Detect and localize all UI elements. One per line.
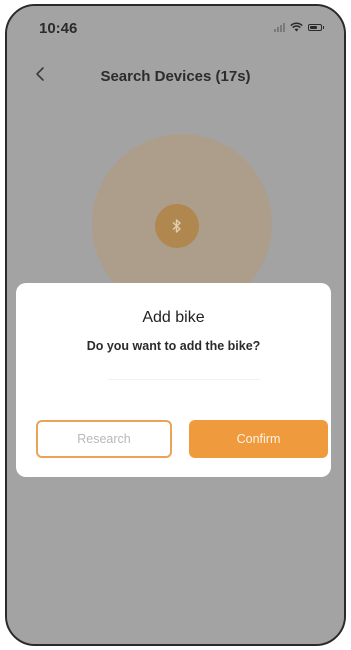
research-button[interactable]: Research [36, 420, 172, 458]
bluetooth-icon [172, 219, 181, 233]
bluetooth-badge [155, 204, 199, 248]
nav-bar: Search Devices (17s) [7, 56, 344, 92]
wifi-icon [290, 22, 303, 32]
add-bike-dialog: Add bike Do you want to add the bike? Re… [16, 283, 331, 477]
dialog-divider [16, 367, 331, 399]
status-bar: 10:46 [7, 6, 344, 46]
page-title: Search Devices (17s) [100, 68, 251, 85]
confirm-button[interactable]: Confirm [189, 420, 328, 458]
battery-icon [308, 23, 324, 31]
dialog-message: Do you want to add the bike? [86, 339, 261, 353]
signal-icon [274, 22, 285, 32]
dialog-title: Add bike [142, 309, 205, 326]
faint-line [108, 379, 260, 380]
status-icons [274, 22, 324, 32]
status-time: 10:46 [39, 20, 78, 37]
